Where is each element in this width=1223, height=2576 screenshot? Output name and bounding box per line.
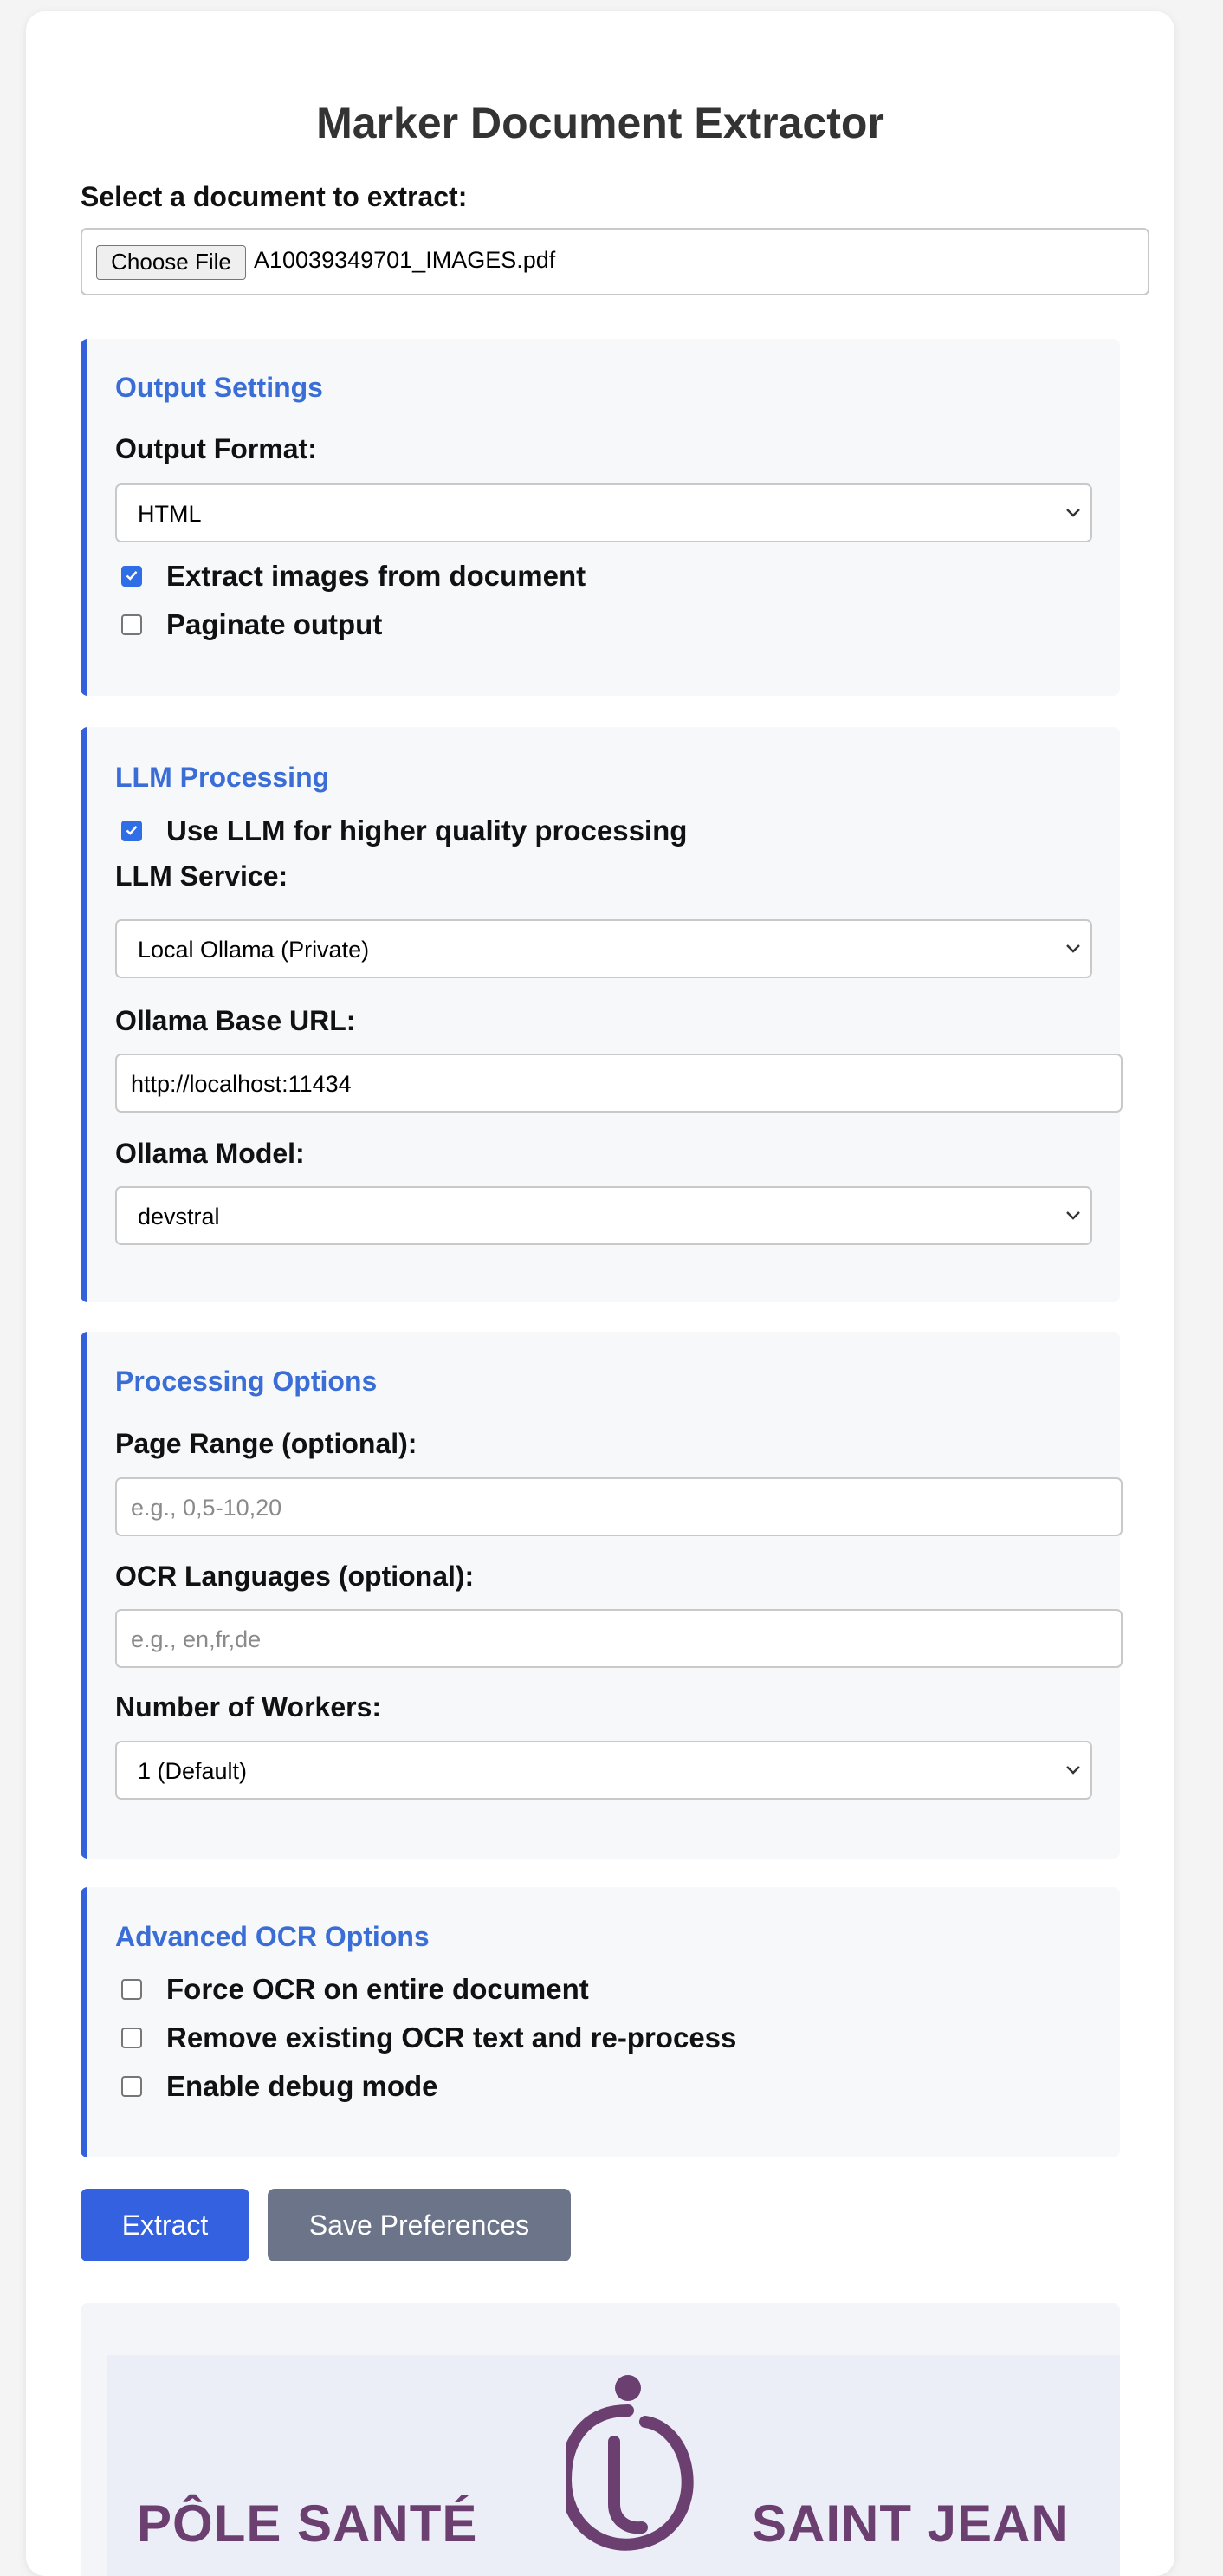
advanced-ocr-title: Advanced OCR Options [115,1921,430,1952]
llm-service-select[interactable]: Local Ollama (Private) [115,919,1092,978]
ollama-base-url-input[interactable]: http://localhost:11434 [115,1054,1123,1113]
debug-mode-checkbox[interactable] [121,2076,142,2097]
chevron-down-icon [1066,944,1080,953]
force-ocr-label: Force OCR on entire document [166,1973,589,2005]
processing-options-section: Processing Options Page Range (optional)… [81,1332,1123,1859]
chevron-down-icon [1066,1766,1080,1775]
main-card: Marker Document Extractor Select a docum… [26,11,1174,2576]
ollama-model-select[interactable]: devstral [115,1186,1092,1245]
use-llm-checkbox[interactable] [121,821,142,841]
ocr-languages-label: OCR Languages (optional): [115,1561,475,1592]
file-input[interactable]: Choose File A10039349701_IMAGES.pdf [81,228,1149,295]
logo-right-text: SAINT JEAN [752,2495,1070,2553]
file-select-label: Select a document to extract: [81,181,468,212]
workers-value: 1 (Default) [138,1758,248,1784]
advanced-ocr-section: Advanced OCR Options Force OCR on entire… [81,1887,1120,2157]
llm-processing-title: LLM Processing [115,762,330,793]
output-format-value: HTML [138,501,202,527]
selected-file-name: A10039349701_IMAGES.pdf [254,247,556,273]
page-title: Marker Document Extractor [316,99,884,147]
page-range-placeholder: e.g., 0,5-10,20 [131,1495,282,1521]
ollama-base-url-value: http://localhost:11434 [131,1071,352,1097]
check-icon [126,570,138,581]
remove-ocr-label: Remove existing OCR text and re-process [166,2021,737,2054]
page-range-label: Page Range (optional): [115,1428,417,1459]
preview-image: PÔLE SANTÉ SAINT JEAN [107,2355,1120,2576]
output-format-select[interactable]: HTML [115,483,1092,542]
output-settings-title: Output Settings [115,372,323,403]
ollama-base-url-label: Ollama Base URL: [115,1005,356,1036]
chevron-down-icon [1066,509,1080,517]
workers-select[interactable]: 1 (Default) [115,1741,1092,1800]
processing-options-title: Processing Options [115,1366,378,1397]
check-icon [126,825,138,835]
ollama-model-value: devstral [138,1204,220,1230]
extract-button[interactable]: Extract [81,2189,249,2261]
page-range-input[interactable]: e.g., 0,5-10,20 [115,1477,1123,1536]
remove-ocr-checkbox[interactable] [121,2028,142,2048]
ocr-languages-placeholder: e.g., en,fr,de [131,1626,262,1652]
paginate-output-label: Paginate output [166,608,383,640]
llm-service-label: LLM Service: [115,860,288,892]
llm-processing-section: LLM Processing Use LLM for higher qualit… [81,727,1123,1302]
choose-file-button[interactable]: Choose File [96,245,246,280]
logo-left-text: PÔLE SANTÉ [137,2495,478,2553]
ocr-languages-input[interactable]: e.g., en,fr,de [115,1609,1123,1668]
use-llm-label: Use LLM for higher quality processing [166,814,688,847]
output-settings-section: Output Settings Output Format: HTML Extr… [81,339,1120,696]
save-preferences-button[interactable]: Save Preferences [268,2189,571,2261]
ollama-model-label: Ollama Model: [115,1138,305,1169]
document-preview: PÔLE SANTÉ SAINT JEAN [81,2303,1120,2576]
paginate-output-checkbox[interactable] [121,614,142,635]
extract-images-label: Extract images from document [166,560,586,592]
chevron-down-icon [1066,1211,1080,1220]
output-format-label: Output Format: [115,433,317,464]
debug-mode-label: Enable debug mode [166,2070,438,2102]
workers-label: Number of Workers: [115,1691,382,1723]
pole-sante-logo-icon [566,2375,694,2551]
llm-service-value: Local Ollama (Private) [138,937,370,963]
extract-images-checkbox[interactable] [121,566,142,587]
force-ocr-checkbox[interactable] [121,1979,142,2000]
